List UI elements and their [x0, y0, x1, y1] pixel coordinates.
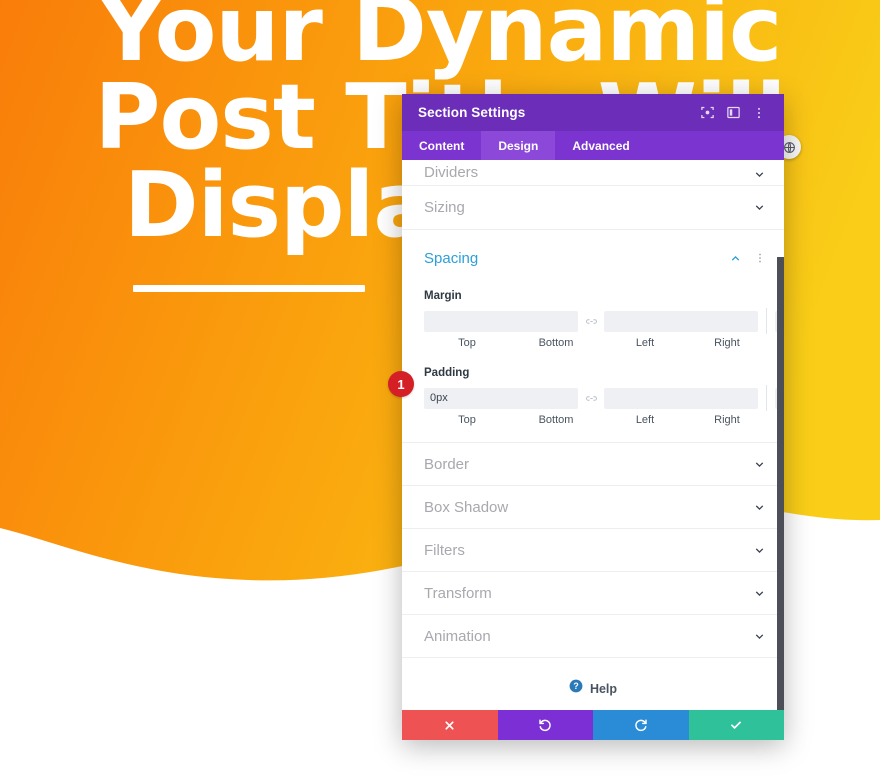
undo-button[interactable] — [497, 710, 593, 740]
padding-top-caption: Top — [458, 414, 476, 426]
spacing-controls: Margin Top Bottom Left Right Padding 0px… — [402, 276, 784, 443]
chevron-down-icon — [753, 201, 766, 214]
section-row-spacing[interactable]: Spacing — [402, 240, 784, 276]
margin-captions: Top Bottom Left Right — [424, 337, 766, 349]
margin-top-input[interactable] — [424, 310, 578, 332]
padding-left-caption: Left — [635, 414, 655, 426]
section-row-filters[interactable]: Filters — [402, 529, 784, 572]
cancel-button[interactable] — [402, 710, 498, 740]
help-button[interactable]: ? Help — [402, 658, 784, 710]
help-label: Help — [589, 681, 618, 696]
section-label-dividers: Dividers — [424, 164, 479, 181]
padding-right-caption: Right — [714, 414, 740, 426]
layout-panel-icon[interactable] — [720, 100, 746, 126]
padding-top-input[interactable] — [424, 387, 578, 409]
margin-top-bottom-pair — [424, 310, 758, 332]
section-row-transform[interactable]: Transform — [402, 572, 784, 615]
hero-divider-rule — [133, 285, 365, 292]
step-badge-1: 1 — [388, 371, 414, 397]
vertical-scrollbar[interactable] — [777, 160, 784, 710]
chevron-down-icon — [753, 501, 766, 514]
field-divider — [766, 308, 767, 334]
padding-fields-row — [424, 385, 784, 411]
section-label-border: Border — [424, 455, 470, 473]
more-vertical-icon[interactable] — [754, 252, 766, 264]
margin-bottom-caption: Bottom — [538, 337, 574, 349]
modal-body: Dividers Sizing Spacing Margin Top Botto… — [402, 160, 784, 710]
section-label-transform: Transform — [424, 584, 492, 602]
tab-advanced[interactable]: Advanced — [555, 131, 646, 160]
padding-top-bottom-pair — [424, 387, 758, 409]
focus-icon[interactable] — [694, 100, 720, 126]
padding-captions: Top Bottom Left Right — [424, 414, 766, 426]
section-label-box-shadow: Box Shadow — [424, 498, 509, 516]
section-label-animation: Animation — [424, 627, 491, 645]
modal-footer[interactable] — [402, 710, 784, 740]
padding-bottom-caption: Bottom — [538, 414, 574, 426]
link-icon[interactable] — [578, 316, 604, 327]
page-title: Section Settings — [418, 105, 526, 120]
chevron-down-icon — [753, 458, 766, 471]
section-label-sizing: Sizing — [424, 199, 465, 216]
field-divider — [766, 385, 767, 411]
chevron-down-icon — [753, 168, 766, 181]
margin-left-caption: Left — [635, 337, 655, 349]
redo-button[interactable] — [593, 710, 689, 740]
margin-fields-row — [424, 308, 784, 334]
margin-right-caption: Right — [714, 337, 740, 349]
margin-bottom-input[interactable] — [604, 310, 758, 332]
link-icon[interactable] — [578, 393, 604, 404]
section-row-animation[interactable]: Animation — [402, 615, 784, 658]
chevron-down-icon — [753, 630, 766, 643]
tab-design[interactable]: Design — [481, 131, 556, 160]
section-row-box-shadow[interactable]: Box Shadow — [402, 486, 784, 529]
section-gap — [402, 230, 784, 240]
section-label-filters: Filters — [424, 541, 465, 559]
settings-scroll-area: Dividers Sizing Spacing Margin Top Botto… — [402, 160, 784, 710]
section-label-spacing: Spacing — [424, 249, 479, 267]
modal-tabs[interactable]: Content Design Advanced — [402, 131, 784, 160]
save-button[interactable] — [688, 710, 784, 740]
tab-content[interactable]: Content — [402, 131, 481, 160]
chevron-up-icon[interactable] — [729, 252, 742, 265]
svg-text:?: ? — [573, 681, 578, 691]
padding-bottom-input[interactable] — [604, 387, 758, 409]
more-vertical-icon[interactable] — [746, 100, 772, 126]
margin-top-caption: Top — [458, 337, 476, 349]
margin-group-label: Margin — [424, 290, 462, 302]
padding-group-label: Padding — [424, 367, 470, 379]
chevron-down-icon — [753, 587, 766, 600]
section-row-sizing[interactable]: Sizing — [402, 186, 784, 230]
section-row-border[interactable]: Border — [402, 443, 784, 486]
section-row-dividers[interactable]: Dividers — [402, 160, 784, 186]
help-circle-icon: ? — [569, 679, 583, 698]
screenshot-stage: Your Dynamic Post Title Will Display Her… — [0, 0, 880, 780]
chevron-down-icon — [753, 544, 766, 557]
section-settings-modal[interactable]: 1 Section Settings Content Design Advanc… — [388, 94, 784, 740]
scrollbar-thumb[interactable] — [777, 257, 784, 710]
modal-header: Section Settings — [402, 94, 784, 131]
